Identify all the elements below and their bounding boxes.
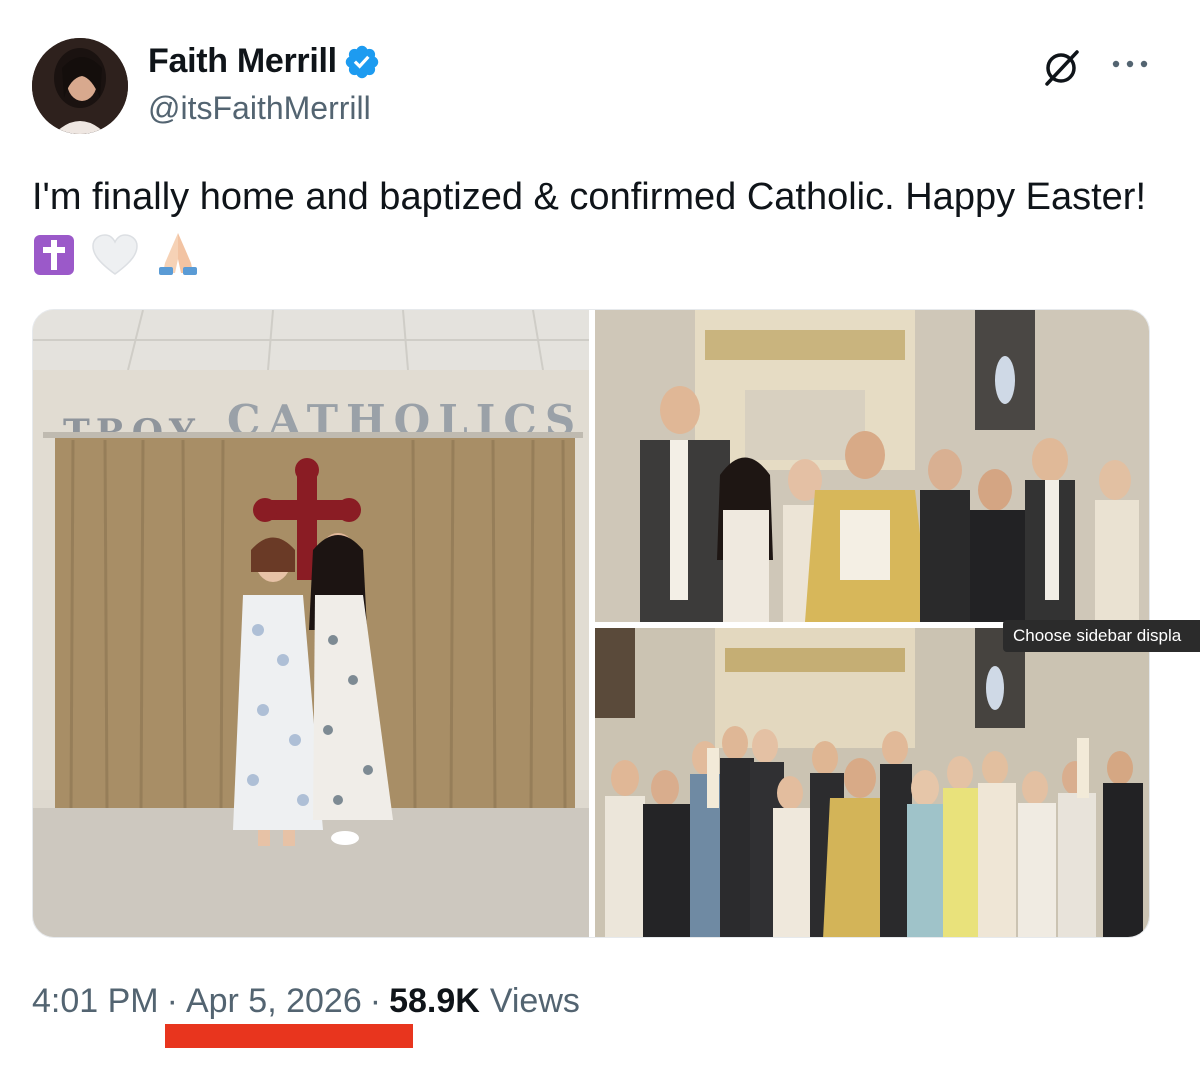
tweet-metadata: 4:01 PM · Apr 5, 2026 · 58.9K Views (32, 982, 580, 1021)
sidebar-display-tooltip: Choose sidebar displa (1003, 620, 1200, 652)
media-grid: TROY CATHOLICS (32, 309, 1150, 938)
tweet-body: I'm finally home and baptized & confirme… (32, 176, 1147, 218)
author-display-name[interactable]: Faith Merrill (148, 42, 337, 81)
tweet-date[interactable]: Apr 5, 2026 (186, 982, 362, 1021)
white-heart-emoji (91, 233, 139, 294)
author-handle[interactable]: @itsFaithMerrill (148, 90, 371, 127)
views-count[interactable]: 58.9K (389, 982, 480, 1021)
grok-icon[interactable] (1040, 46, 1082, 88)
photo-1[interactable]: TROY CATHOLICS (33, 310, 589, 937)
photo-3[interactable] (595, 628, 1149, 937)
avatar-photo (32, 38, 128, 134)
latin-cross-emoji (32, 233, 76, 294)
tweet-text: I'm finally home and baptized & confirme… (32, 168, 1152, 294)
folded-hands-emoji (153, 229, 203, 294)
author-name-row[interactable]: Faith Merrill (148, 42, 381, 81)
photo-2[interactable] (595, 310, 1149, 622)
meta-separator: · (369, 982, 382, 1020)
views-label[interactable]: Views (490, 982, 580, 1021)
meta-separator: · (166, 982, 178, 1020)
date-highlight-underline (165, 1024, 413, 1048)
tweet-time[interactable]: 4:01 PM (32, 982, 159, 1021)
author-avatar[interactable] (32, 38, 128, 134)
verified-badge-icon (345, 45, 379, 78)
more-options-icon[interactable] (1110, 58, 1150, 70)
